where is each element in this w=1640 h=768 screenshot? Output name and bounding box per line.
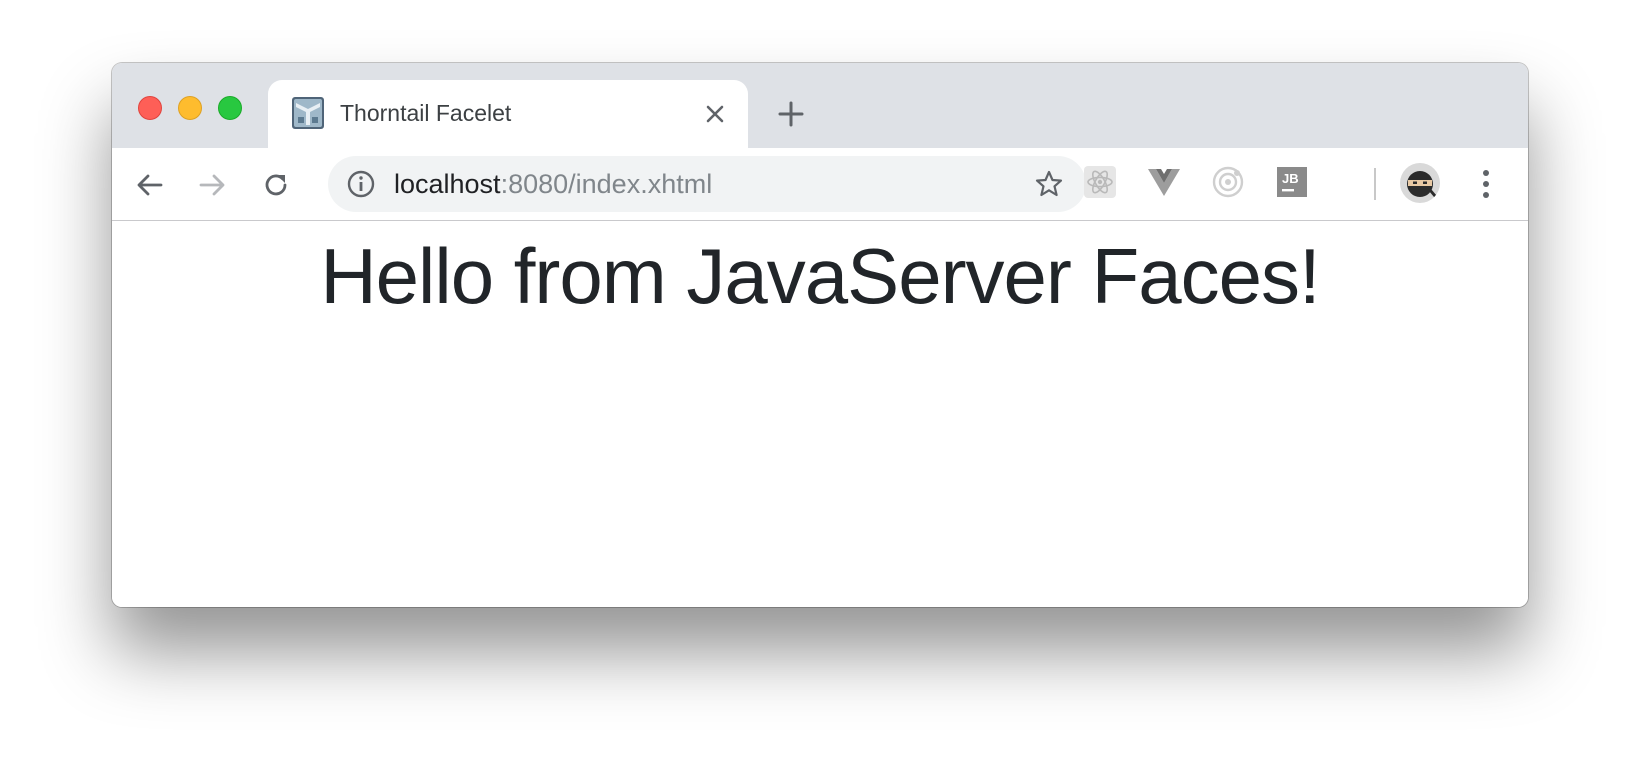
url-path: :8080/index.xhtml [500, 169, 713, 199]
new-tab-icon[interactable] [778, 101, 804, 127]
ninja-avatar-icon [1400, 163, 1440, 203]
page-heading: Hello from JavaServer Faces! [320, 232, 1320, 320]
extension-target-icon[interactable] [1210, 164, 1246, 200]
url-host: localhost [394, 169, 501, 199]
kebab-menu-icon[interactable] [1474, 167, 1498, 201]
tab-title: Thorntail Facelet [340, 100, 512, 126]
vue-devtools-icon[interactable] [1146, 164, 1182, 200]
window-close-button[interactable] [138, 96, 162, 120]
react-devtools-icon[interactable] [1082, 164, 1118, 200]
close-tab-icon[interactable] [704, 103, 726, 125]
address-bar[interactable]: localhost:8080/index.xhtml [328, 156, 1086, 212]
reload-icon[interactable] [260, 169, 292, 201]
window-minimize-button[interactable] [178, 96, 202, 120]
active-tab[interactable]: Thorntail Facelet [268, 80, 748, 148]
url-text[interactable]: localhost:8080/index.xhtml [394, 169, 712, 199]
svg-text:JB: JB [1282, 171, 1299, 186]
page-content: Hello from JavaServer Faces! [112, 221, 1528, 607]
tab-strip: Thorntail Facelet [112, 63, 1528, 148]
bookmark-star-icon[interactable] [1034, 169, 1064, 199]
window-maximize-button[interactable] [218, 96, 242, 120]
profile-avatar[interactable] [1400, 163, 1440, 203]
thorntail-favicon-icon [292, 97, 324, 129]
browser-toolbar: localhost:8080/index.xhtml JB [112, 148, 1528, 221]
forward-arrow-icon[interactable] [196, 169, 228, 201]
jetbrains-icon[interactable]: JB [1274, 164, 1310, 200]
info-icon[interactable] [346, 169, 376, 199]
browser-window: Thorntail Facelet localhost:8080/index.x… [112, 63, 1528, 607]
back-arrow-icon[interactable] [134, 169, 166, 201]
toolbar-separator [1374, 168, 1376, 200]
